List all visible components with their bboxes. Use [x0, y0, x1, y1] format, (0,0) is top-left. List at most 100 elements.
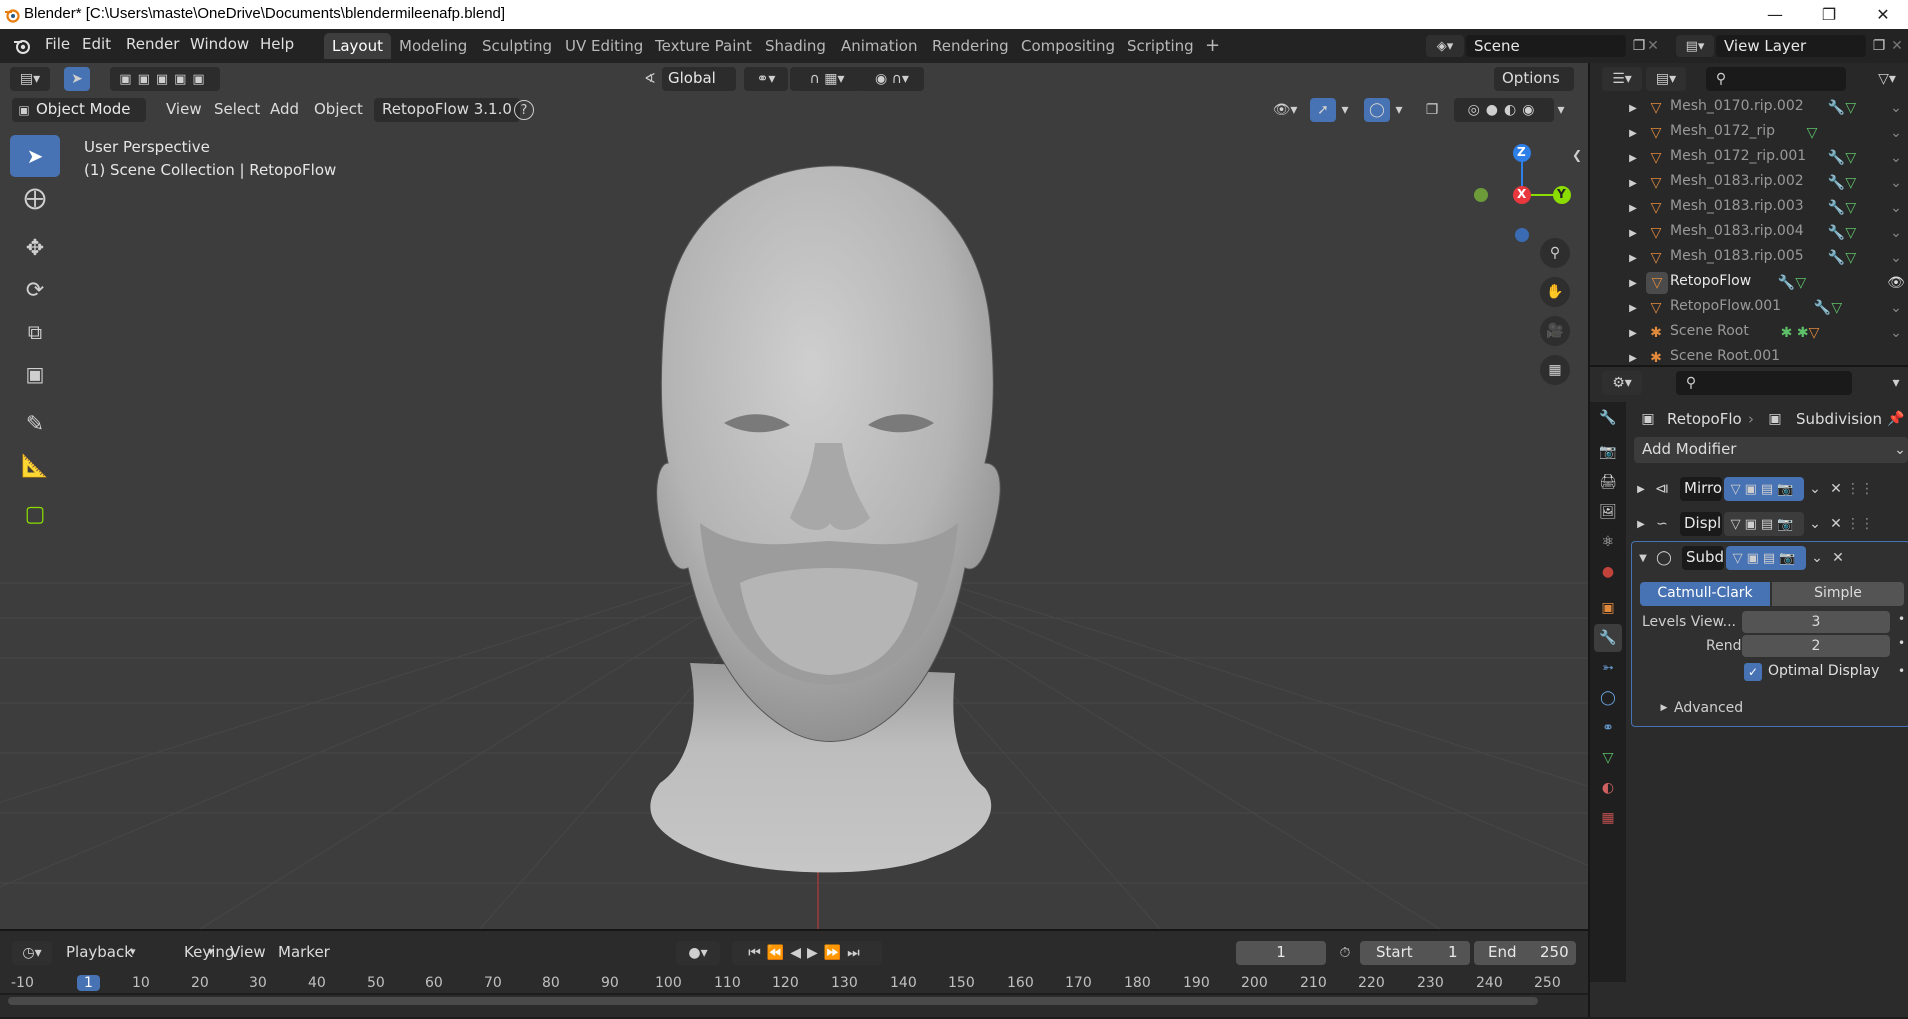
snapping-icon[interactable]: ∩ ▦▾: [790, 67, 864, 91]
outliner-row[interactable]: ▶ ▽ Mesh_0183.rip.004 🔧 ▽ ⌄: [1590, 220, 1908, 245]
tab-animation[interactable]: Animation: [833, 33, 925, 59]
outliner-row-selected[interactable]: ▶ ▽ RetopoFlow 🔧 ▽ 👁: [1590, 270, 1908, 295]
modifier-remove-icon[interactable]: ✕: [1828, 546, 1848, 570]
drag-handle-icon[interactable]: ⋮⋮: [1846, 477, 1874, 501]
sidebar-toggle-icon[interactable]: ❮: [1570, 145, 1584, 165]
tab-sculpting[interactable]: Sculpting: [474, 33, 560, 59]
visibility-eye-icon[interactable]: ⌄: [1886, 173, 1906, 193]
animate-dot-icon[interactable]: •: [1898, 612, 1905, 626]
camera-view-icon[interactable]: 🎥: [1540, 316, 1570, 346]
tab-layout[interactable]: Layout: [324, 33, 391, 59]
material-tab-icon[interactable]: ◐: [1594, 774, 1622, 802]
select-tool-icon[interactable]: ➤: [64, 67, 90, 91]
zoom-icon[interactable]: ⚲: [1540, 238, 1570, 268]
visibility-icon[interactable]: 👁▾: [1266, 98, 1304, 122]
overlay-toggle-icon[interactable]: ◯: [1364, 98, 1390, 122]
expand-arrow-icon[interactable]: ▶: [1626, 174, 1640, 192]
collapse-arrow-icon[interactable]: ▼: [1636, 548, 1650, 568]
render-tab-icon[interactable]: 📷: [1594, 438, 1622, 466]
object-tab-icon[interactable]: ▣: [1594, 594, 1622, 622]
modifier-name-field[interactable]: Subd: [1682, 546, 1724, 570]
filter-icon[interactable]: ▽▾: [1870, 67, 1904, 91]
advanced-section-label[interactable]: Advanced: [1674, 700, 1743, 716]
tool-annotate[interactable]: ✎: [10, 403, 60, 445]
outliner-row[interactable]: ▶ ▽ Mesh_0183.rip.002 🔧 ▽ ⌄: [1590, 170, 1908, 195]
visibility-eye-icon[interactable]: ⌄: [1886, 123, 1906, 143]
visibility-eye-icon[interactable]: ⌄: [1886, 198, 1906, 218]
3d-viewport[interactable]: ▤▾ ➤ ▣▣▣▣▣ ∢ Global ⚭▾ ∩ ▦▾ ◉ ∩▾ Options…: [0, 63, 1588, 929]
tool-select-box[interactable]: ➤: [10, 135, 60, 177]
blender-menu-icon[interactable]: [12, 37, 32, 55]
perspective-toggle-icon[interactable]: ▦: [1540, 355, 1570, 385]
modifier-name-field[interactable]: Displ: [1680, 512, 1722, 536]
optimal-display-checkbox[interactable]: ✓: [1744, 663, 1762, 681]
xray-toggle-icon[interactable]: ❐: [1420, 98, 1444, 122]
help-icon[interactable]: ?: [514, 100, 534, 120]
outliner-row[interactable]: ▶ ▽ Mesh_0183.rip.003 🔧 ▽ ⌄: [1590, 195, 1908, 220]
tab-texture-paint[interactable]: Texture Paint: [647, 33, 760, 59]
outliner-row[interactable]: ▶ ▽ Mesh_0170.rip.002 🔧 ▽ ⌄: [1590, 98, 1908, 120]
levels-viewport-field[interactable]: 3: [1742, 611, 1890, 633]
outliner-row[interactable]: ▶ ▽ Mesh_0172_rip ▽ ⌄: [1590, 120, 1908, 145]
expand-arrow-icon[interactable]: ▶: [1626, 199, 1640, 217]
modifier-remove-icon[interactable]: ✕: [1826, 477, 1846, 501]
tab-shading[interactable]: Shading: [757, 33, 834, 59]
view-layer-field[interactable]: View Layer: [1716, 35, 1866, 57]
menu-add[interactable]: Add: [262, 98, 307, 122]
menu-window[interactable]: Window: [190, 35, 249, 53]
visibility-eye-icon[interactable]: ⌄: [1886, 98, 1906, 118]
outliner-row[interactable]: ▶ ✱ Scene Root ✱ ✱ ▽ ⌄: [1590, 320, 1908, 345]
pan-hand-icon[interactable]: ✋: [1540, 277, 1570, 307]
menu-select[interactable]: Select: [206, 98, 268, 122]
options-dropdown[interactable]: Options: [1494, 67, 1574, 91]
properties-editor-type-icon[interactable]: ⚙▾: [1602, 371, 1642, 395]
scene-tab-icon[interactable]: ⚛: [1594, 528, 1622, 556]
modifier-remove-icon[interactable]: ✕: [1826, 512, 1846, 536]
menu-view[interactable]: View: [158, 98, 210, 122]
orientation-dropdown[interactable]: Global: [662, 67, 736, 91]
minimize-button[interactable]: —: [1752, 0, 1798, 29]
modifier-displace-row[interactable]: ▶ ∽ Displ ▽▣▤📷 ⌄ ✕ ⋮⋮: [1630, 508, 1908, 540]
editor-type-icon[interactable]: ▤▾: [10, 67, 50, 91]
modifier-menu-icon[interactable]: ⌄: [1806, 512, 1824, 536]
tab-compositing[interactable]: Compositing: [1013, 33, 1123, 59]
modifier-menu-icon[interactable]: ⌄: [1808, 546, 1826, 570]
catmull-clark-button[interactable]: Catmull-Clark: [1640, 582, 1770, 606]
expand-arrow-icon[interactable]: ▶: [1626, 124, 1640, 142]
pin-icon[interactable]: 📌: [1886, 409, 1906, 429]
display-mode-icon[interactable]: ▤▾: [1646, 67, 1686, 91]
simple-button[interactable]: Simple: [1772, 582, 1904, 606]
maximize-button[interactable]: ❐: [1806, 0, 1852, 29]
drag-handle-icon[interactable]: ⋮⋮: [1846, 512, 1874, 536]
expand-arrow-icon[interactable]: ▶: [1626, 99, 1640, 117]
shading-dropdown-icon[interactable]: ▾: [1552, 98, 1570, 122]
tool-scale[interactable]: ⧉: [10, 311, 60, 353]
view-layer-browse-icon[interactable]: ▤▾: [1676, 35, 1714, 57]
visibility-eye-icon[interactable]: ⌄: [1886, 223, 1906, 243]
expand-arrow-icon[interactable]: ▶: [1626, 349, 1640, 365]
timeline-scrollbar-thumb[interactable]: [8, 997, 1538, 1005]
outliner-search-input[interactable]: ⚲: [1706, 67, 1846, 91]
delete-scene-icon[interactable]: ✕: [1642, 35, 1664, 57]
tool-measure[interactable]: 📐: [10, 445, 60, 487]
menu-file[interactable]: File: [45, 35, 70, 53]
modifier-visibility-toggles[interactable]: ▽▣▤📷: [1724, 477, 1804, 501]
tab-modeling[interactable]: Modeling: [391, 33, 475, 59]
menu-object[interactable]: Object: [306, 98, 371, 122]
expand-arrow-icon[interactable]: ▶: [1626, 224, 1640, 242]
modifier-visibility-toggles[interactable]: ▽▣▤📷: [1726, 546, 1806, 570]
visibility-eye-icon[interactable]: ⌄: [1886, 323, 1906, 343]
gizmo-dropdown-icon[interactable]: ▾: [1336, 98, 1354, 122]
mode-dropdown[interactable]: Object Mode: [12, 98, 146, 122]
visibility-eye-icon[interactable]: ⌄: [1886, 148, 1906, 168]
view-layer-tab-icon[interactable]: 🖼: [1594, 498, 1622, 526]
pivot-point-icon[interactable]: ⚭▾: [744, 67, 788, 91]
add-workspace-button[interactable]: +: [1197, 33, 1228, 59]
particles-tab-icon[interactable]: ➳: [1594, 654, 1622, 682]
properties-search-input[interactable]: ⚲: [1676, 371, 1852, 395]
overlay-dropdown-icon[interactable]: ▾: [1390, 98, 1408, 122]
expand-arrow-icon[interactable]: ▶: [1634, 479, 1648, 499]
delete-view-layer-icon[interactable]: ✕: [1888, 35, 1906, 57]
expand-arrow-icon[interactable]: ▶: [1626, 299, 1640, 317]
transform-orientation-icon[interactable]: ∢: [640, 67, 660, 91]
